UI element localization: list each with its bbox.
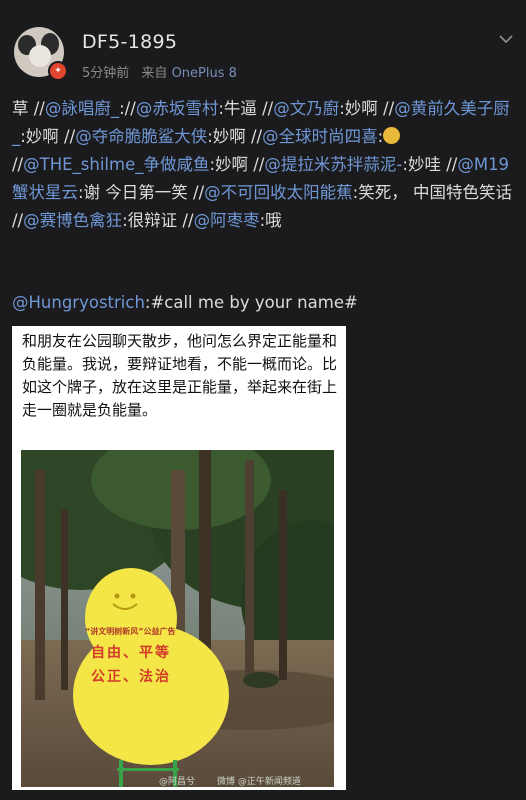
comment-segment: :牛逼 // [218,99,274,118]
comment-segment: :很辩证 // [122,211,194,230]
username[interactable]: DF5-1895 [82,31,177,53]
chevron-down-icon[interactable] [497,30,515,48]
post-time: 5分钟前 [82,66,130,81]
comment-segment: :哦 [259,211,282,230]
watermark-2: 微博 @正午新闻频道 [217,777,301,787]
repost-tag[interactable]: :#call me by your name# [145,293,358,312]
card-text: 和朋友在公园聊天散步，他问怎么界定正能量和负能量。我说，要辩证地看，不能一概而论… [22,332,338,419]
mention-link[interactable]: @阿枣枣 [194,211,260,230]
sign-header: “讲文明树新风”公益广告 [85,627,176,636]
comment-segment: 草 // [12,99,45,118]
source-prefix: 来自 [141,66,168,81]
comment-segment: // [12,155,24,174]
source-device[interactable]: OnePlus 8 [172,66,237,81]
mention-link[interactable]: @赛博色禽狂 [23,211,122,230]
post-meta: 5分钟前 来自 OnePlus 8 [82,62,237,81]
mention-link[interactable]: @文乃廚 [273,99,339,118]
comment-segment: :妙啊 // [339,99,395,118]
mention-link[interactable]: @不可回收太阳能蕉 [204,183,353,202]
mention-link[interactable]: @赤坂雪村 [136,99,219,118]
doge-emoji [383,127,401,144]
comment-text: 草 //@詠唱廚_://@赤坂雪村:牛逼 //@文乃廚:妙啊 //@黄前久美子厨… [12,95,518,235]
mention-link[interactable]: @全球时尚四喜 [262,127,378,146]
mention-link[interactable]: @夺命脆脆鲨大侠 [75,127,207,146]
comment-segment: :// [119,99,136,118]
repost-author[interactable]: @Hungryostrich [12,293,145,312]
comment-segment: :妙啊 // [20,127,76,146]
image-card[interactable]: 和朋友在公园聊天散步，他问怎么界定正能量和负能量。我说，要辩证地看，不能一概而论… [12,326,346,790]
comment-segment: :谢 今日第一笑 // [78,183,205,202]
repost-line: @Hungryostrich:#call me by your name# [12,293,358,312]
comment-segment: :妙啊 // [209,155,265,174]
verified-badge-icon: ✦ [48,61,68,81]
mention-link[interactable]: @THE_shilme_争做咸鱼 [23,155,209,174]
park-photo-image [21,450,334,787]
comment-segment: :妙啊 // [207,127,263,146]
sign-line-1: 自由、平等 [91,645,171,661]
park-photo: “讲文明树新风”公益广告 自由、平等 公正、法治 @阿昌兮 微博 @正午新闻频道 [21,450,334,787]
watermark-1: @阿昌兮 [159,777,196,787]
sign-line-2: 公正、法治 [91,669,171,685]
comment-segment: :妙哇 // [402,155,458,174]
mention-link[interactable]: @提拉米苏拌蒜泥- [264,155,402,174]
avatar-shape [29,45,51,67]
post-header: ✦ DF5-1895 5分钟前 来自 OnePlus 8 [0,0,526,90]
mention-link[interactable]: @詠唱廚_ [45,99,119,118]
